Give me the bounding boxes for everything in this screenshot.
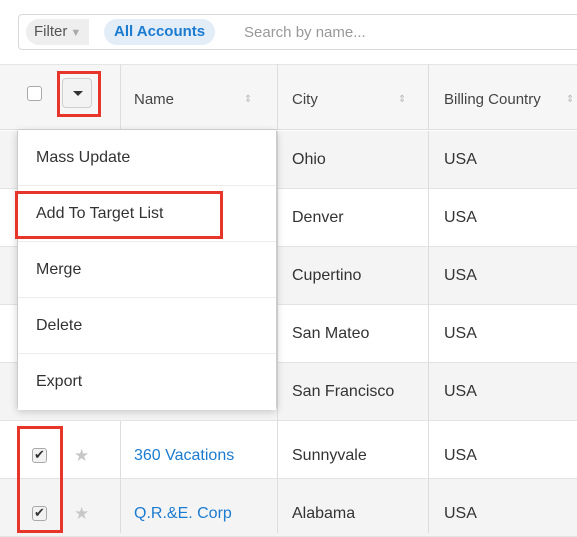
menu-item-delete[interactable]: Delete [18,298,276,354]
city-cell: San Francisco [292,383,395,400]
city-cell: Cupertino [292,267,362,284]
city-cell: Ohio [292,151,326,168]
menu-item-mass-update[interactable]: Mass Update [18,130,276,186]
account-name-link[interactable]: Q.R.&E. Corp [134,504,232,524]
column-divider [120,64,121,130]
city-cell: San Mateo [292,325,370,342]
column-divider [277,131,278,533]
country-cell: USA [444,209,477,226]
account-name-link[interactable]: 360 Vacations [134,446,234,466]
city-cell: Alabama [292,505,356,522]
highlight-dropdown-button [57,71,101,117]
country-cell: USA [444,505,477,522]
highlight-selected-checkboxes [17,426,63,533]
country-cell: USA [444,325,477,342]
city-cell: Sunnyvale [292,447,367,464]
country-cell: USA [444,151,477,168]
column-divider [120,421,121,533]
column-header-city[interactable]: City [292,90,318,110]
filter-pill-all-accounts[interactable]: All Accounts [104,19,216,45]
country-cell: USA [444,447,477,464]
city-cell: Denver [292,209,344,226]
country-cell: USA [444,383,477,400]
star-icon[interactable]: ★ [74,504,89,524]
search-input[interactable] [242,19,572,45]
sort-icon[interactable]: ⇕ [398,93,406,107]
star-icon[interactable]: ★ [74,446,89,466]
sort-icon[interactable]: ⇕ [566,93,574,107]
chevron-down-icon: ▼ [70,27,82,39]
menu-item-merge[interactable]: Merge [18,242,276,298]
country-cell: USA [444,267,477,284]
column-divider [277,64,278,130]
highlight-add-to-target-list [15,191,223,239]
menu-item-export[interactable]: Export [18,354,276,410]
sort-icon[interactable]: ⇕ [244,93,252,107]
column-divider [428,64,429,130]
select-all-checkbox[interactable] [27,86,42,101]
column-header-billing-country[interactable]: Billing Country [444,90,541,110]
column-header-name[interactable]: Name [134,90,174,110]
filter-button[interactable]: Filter ▼ [26,19,90,45]
column-divider [428,131,429,533]
filter-button-label: Filter [34,23,68,40]
